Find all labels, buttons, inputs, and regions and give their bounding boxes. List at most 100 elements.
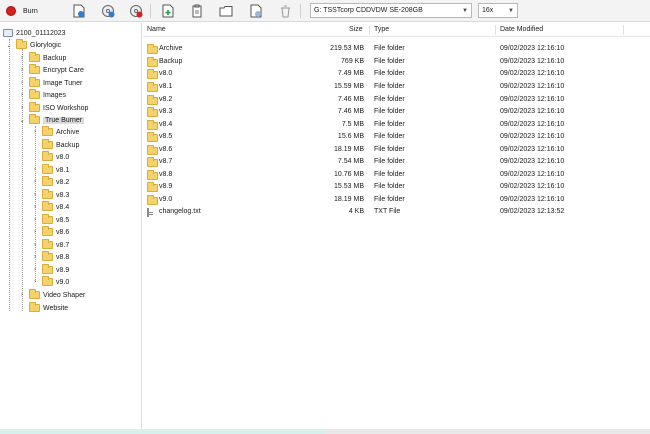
row-size: 15.53 MB: [334, 183, 364, 190]
burn-button[interactable]: Burn: [6, 3, 54, 19]
expand-icon[interactable]: ›: [18, 104, 26, 112]
row-name: v8.5: [159, 133, 173, 140]
row-name: v8.0: [159, 70, 173, 77]
row-type: File folder: [374, 96, 405, 103]
column-divider[interactable]: [623, 25, 624, 35]
collapse-icon[interactable]: ⌄: [5, 41, 13, 49]
folder-icon: [29, 77, 40, 87]
row-date: 09/02/2023 12:16:10: [500, 183, 565, 190]
tree-item-v8-5[interactable]: › v8.5: [31, 214, 69, 226]
expand-icon[interactable]: ›: [31, 128, 39, 136]
tree-item-label: Backup: [56, 141, 80, 149]
folder-icon: [42, 264, 53, 274]
expand-icon[interactable]: ›: [31, 266, 39, 274]
collapse-icon[interactable]: ⌄: [18, 116, 26, 124]
folder-icon: [42, 226, 53, 236]
new-project-button[interactable]: [70, 2, 88, 20]
row-type: File folder: [374, 196, 405, 203]
expand-icon[interactable]: ›: [18, 66, 26, 74]
tree-item-v9-0[interactable]: › v9.0: [31, 276, 69, 288]
table-row[interactable]: Archive 219.53 MB File folder 09/02/2023…: [143, 43, 650, 56]
tree-item-encrypt-care[interactable]: › Encrypt Care: [18, 64, 84, 76]
column-header-date[interactable]: Date Modified: [500, 26, 543, 33]
expand-icon[interactable]: ›: [31, 203, 39, 211]
expand-icon[interactable]: ›: [31, 253, 39, 261]
row-name: v8.7: [159, 158, 173, 165]
paste-icon: [192, 4, 202, 18]
row-date: 09/02/2023 12:16:10: [500, 96, 565, 103]
table-row[interactable]: v8.5 15.6 MB File folder 09/02/2023 12:1…: [143, 131, 650, 144]
add-file-button[interactable]: [159, 2, 177, 20]
tree-item-label: v8.2: [56, 178, 70, 186]
tree-item-v8-9[interactable]: › v8.9: [31, 264, 69, 276]
new-project-icon: [73, 4, 85, 18]
expand-icon[interactable]: ›: [31, 178, 39, 186]
expand-icon[interactable]: ›: [31, 228, 39, 236]
tree-item-backup[interactable]: › Backup: [18, 52, 66, 64]
properties-button[interactable]: [247, 2, 265, 20]
tree-item-v8-1[interactable]: › v8.1: [31, 164, 69, 176]
tree-item-v8-7[interactable]: › v8.7: [31, 239, 69, 251]
new-folder-button[interactable]: [217, 2, 235, 20]
column-divider[interactable]: [369, 25, 370, 35]
table-row[interactable]: changelog.txt 4 KB TXT File 09/02/2023 1…: [143, 206, 650, 219]
table-row[interactable]: v8.0 7.49 MB File folder 09/02/2023 12:1…: [143, 68, 650, 81]
tree-item-images[interactable]: › Images: [18, 89, 66, 101]
add-disc-button[interactable]: [99, 2, 117, 20]
column-header-type[interactable]: Type: [374, 26, 389, 33]
tree-item-glorylogic[interactable]: ⌄ Glorylogic: [5, 39, 61, 51]
expand-icon[interactable]: ›: [18, 79, 26, 87]
expand-icon[interactable]: ›: [31, 278, 39, 286]
tree-item-v8-4[interactable]: › v8.4: [31, 201, 69, 213]
tree-item-v8-0[interactable]: v8.0: [31, 151, 69, 163]
tree-item-archive[interactable]: › Archive: [31, 126, 79, 138]
row-date: 09/02/2023 12:16:10: [500, 146, 565, 153]
row-date: 09/02/2023 12:16:10: [500, 121, 565, 128]
speed-select[interactable]: 16x ▼: [478, 3, 518, 18]
table-row[interactable]: v8.7 7.54 MB File folder 09/02/2023 12:1…: [143, 156, 650, 169]
expand-icon[interactable]: ›: [31, 166, 39, 174]
chevron-down-icon: ▼: [462, 7, 468, 14]
row-type: File folder: [374, 183, 405, 190]
row-type: File folder: [374, 171, 405, 178]
tree-item-v8-2[interactable]: › v8.2: [31, 176, 69, 188]
tree-root[interactable]: 2100_01112023: [3, 27, 66, 39]
tree-item-v8-8[interactable]: › v8.8: [31, 251, 69, 263]
folder-icon: [42, 201, 53, 211]
tree-item-true-burner[interactable]: ⌄ True Burner: [18, 114, 85, 126]
add-file-icon: [162, 4, 174, 18]
tree-item-label: v8.5: [56, 216, 70, 224]
tree-item-label: v8.9: [56, 266, 70, 274]
tree-item-v8-6[interactable]: › v8.6: [31, 226, 69, 238]
expand-icon[interactable]: ›: [31, 241, 39, 249]
table-row[interactable]: v8.9 15.53 MB File folder 09/02/2023 12:…: [143, 181, 650, 194]
row-date: 09/02/2023 12:16:10: [500, 133, 565, 140]
tree-item-image-tuner[interactable]: › Image Tuner: [18, 77, 82, 89]
folder-icon: [16, 39, 27, 49]
row-type: File folder: [374, 133, 405, 140]
remove-disc-button[interactable]: [127, 2, 145, 20]
expand-icon[interactable]: ›: [31, 191, 39, 199]
row-date: 09/02/2023 12:16:10: [500, 171, 565, 178]
paste-button[interactable]: [188, 2, 206, 20]
tree-item-website[interactable]: Website: [18, 302, 68, 314]
folder-icon: [147, 69, 158, 79]
folder-icon: [147, 57, 158, 67]
tree-item-label: Archive: [56, 128, 80, 136]
expand-icon[interactable]: ›: [18, 91, 26, 99]
tree-item-backup-sub[interactable]: Backup: [31, 139, 79, 151]
tree-item-v8-3[interactable]: › v8.3: [31, 189, 69, 201]
expand-icon[interactable]: ›: [18, 54, 26, 62]
expand-icon[interactable]: ›: [18, 291, 26, 299]
drive-select[interactable]: G: TSSTcorp CDDVDW SE-208GB ▼: [310, 3, 472, 18]
tree-item-iso-workshop[interactable]: › ISO Workshop: [18, 102, 88, 114]
column-header-size[interactable]: Size: [349, 26, 363, 33]
column-header-name[interactable]: Name: [147, 26, 166, 33]
table-row[interactable]: v8.3 7.46 MB File folder 09/02/2023 12:1…: [143, 106, 650, 119]
delete-button[interactable]: [276, 2, 294, 20]
expand-icon[interactable]: ›: [31, 216, 39, 224]
tree-item-video-shaper[interactable]: › Video Shaper: [18, 289, 85, 301]
table-row[interactable]: v8.1 15.59 MB File folder 09/02/2023 12:…: [143, 81, 650, 94]
column-divider[interactable]: [495, 25, 496, 35]
